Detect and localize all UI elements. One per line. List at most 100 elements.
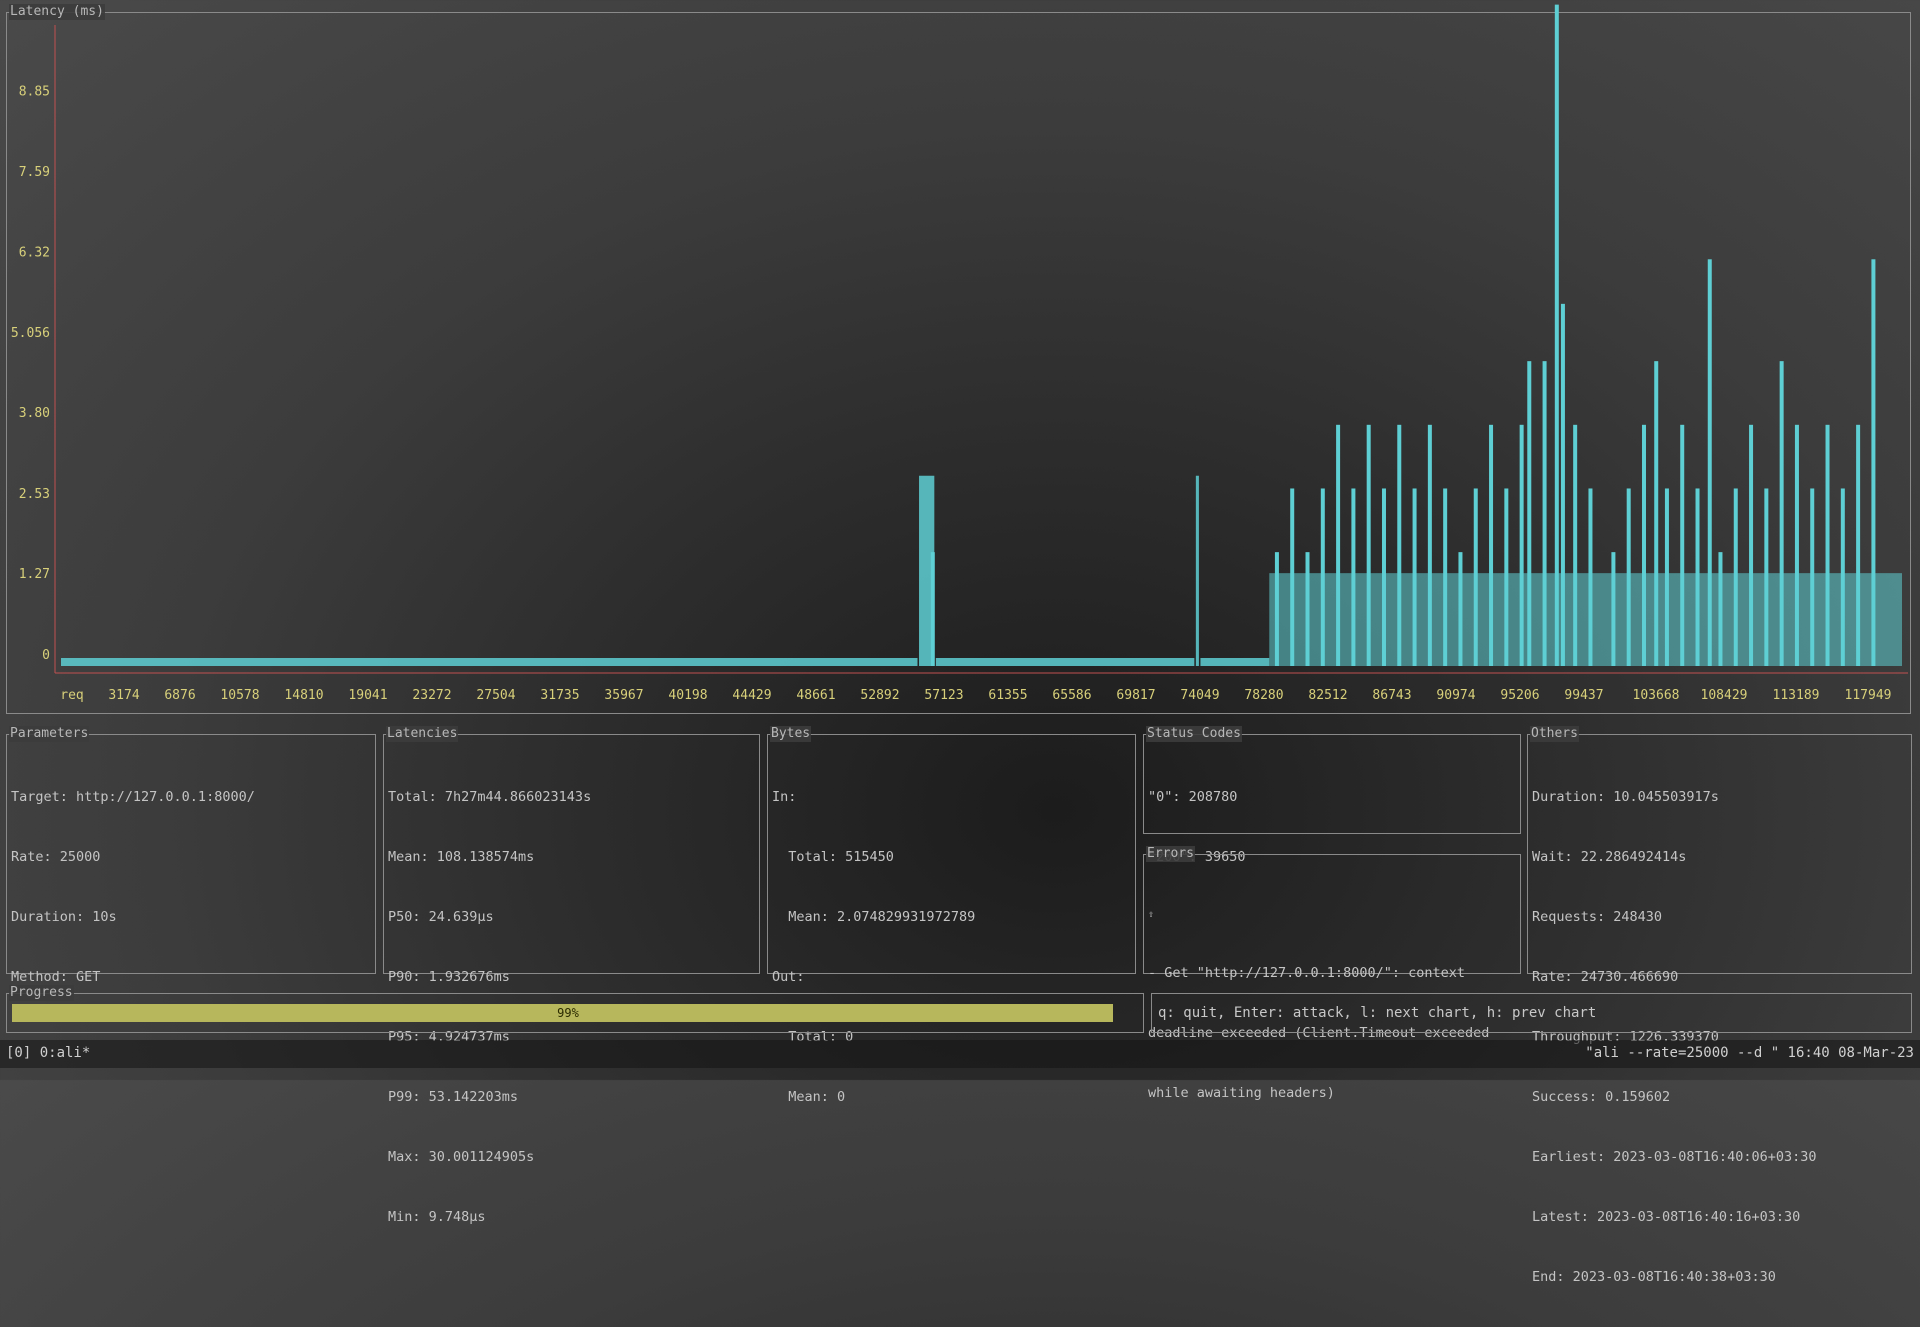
bytes-line: Mean: 0 [772, 1089, 846, 1105]
latency-spike [1794, 424, 1799, 666]
latency-spike [1611, 552, 1616, 666]
help-panel: q: quit, Enter: attack, l: next chart, h… [1151, 993, 1912, 1033]
error-line: while awaiting headers) [1148, 1085, 1335, 1101]
latency-spike [1856, 424, 1861, 666]
latency-spike [1427, 424, 1432, 666]
parameters-title: Parameters [9, 726, 90, 742]
others-line: Latest: 2023-03-08T16:40:16+03:30 [1532, 1209, 1801, 1225]
bytes-line: Total: 515450 [772, 849, 894, 865]
x-tick-label: 6876 [164, 688, 195, 703]
x-tick-label: 74049 [1180, 688, 1219, 703]
latency-baseline-segment [1200, 658, 1270, 666]
latency-spike [1397, 424, 1402, 666]
x-tick-label: 19041 [348, 688, 387, 703]
bytes-line: Out: [772, 969, 805, 985]
x-tick-label: 27504 [476, 688, 515, 703]
x-tick-label: 103668 [1633, 688, 1680, 703]
latency-spike [1840, 488, 1845, 666]
latency-baseline-segment [61, 658, 918, 666]
progress-bar: 99% [12, 1004, 1132, 1022]
latency-spike [930, 552, 935, 666]
latency-spike [1473, 488, 1478, 666]
x-tick-label: 78280 [1244, 688, 1283, 703]
others-line: Duration: 10.045503917s [1532, 789, 1719, 805]
latency-spike [1320, 488, 1325, 666]
progress-percent: 99% [557, 1006, 579, 1020]
latency-spike [1519, 424, 1524, 666]
y-tick-label: 3.80 [19, 406, 50, 421]
x-tick-label: 61355 [988, 688, 1027, 703]
x-tick-label: 3174 [108, 688, 139, 703]
latencies-line: Max: 30.001124905s [388, 1149, 535, 1165]
y-tick-label: 8.85 [19, 85, 50, 100]
latency-spike [1810, 488, 1815, 666]
latency-spike [1381, 488, 1386, 666]
others-line: Wait: 22.286492414s [1532, 849, 1687, 865]
latency-column [1195, 475, 1199, 666]
latency-spike [1764, 488, 1769, 666]
latency-spike [1695, 488, 1700, 666]
scroll-up-icon[interactable]: ⇧ [1148, 907, 1516, 923]
status-code-line: "0": 208780 [1148, 789, 1238, 805]
latency-spike [1680, 424, 1685, 666]
x-tick-label: 82512 [1308, 688, 1347, 703]
errors-title: Errors [1146, 846, 1195, 862]
latency-spike [1458, 552, 1463, 666]
window-list[interactable]: [0] 0:ali* [6, 1045, 90, 1061]
latency-spike [1542, 361, 1547, 666]
latency-spike [1664, 488, 1669, 666]
parameters-line: Target: http://127.0.0.1:8000/ [11, 789, 255, 805]
x-tick-label: 57123 [924, 688, 963, 703]
latency-spike [1351, 488, 1356, 666]
y-tick-label: 7.59 [19, 165, 50, 180]
latency-spike [1733, 488, 1738, 666]
parameters-line: Duration: 10s [11, 909, 117, 925]
latency-spike [1336, 424, 1341, 666]
tmux-status-bar: [0] 0:ali* "ali --rate=25000 --d " 16:40… [0, 1040, 1920, 1068]
y-tick-label: 5.056 [11, 326, 50, 341]
latencies-line: P50: 24.639µs [388, 909, 494, 925]
parameters-panel: Parameters Target: http://127.0.0.1:8000… [6, 726, 376, 985]
latency-spike [1749, 424, 1754, 666]
x-tick-label: 113189 [1773, 688, 1820, 703]
latency-spike [1443, 488, 1448, 666]
latency-spike [1554, 4, 1559, 666]
x-tick-label: 65586 [1052, 688, 1091, 703]
x-tick-label: 23272 [412, 688, 451, 703]
latency-spike [1290, 488, 1295, 666]
latency-spike [1641, 424, 1646, 666]
progress-title: Progress [9, 985, 74, 1001]
x-tick-label: 52892 [860, 688, 899, 703]
parameters-line: Method: GET [11, 969, 101, 985]
x-tick-label: 117949 [1845, 688, 1892, 703]
latency-spike [1366, 424, 1371, 666]
latency-spike [1489, 424, 1494, 666]
help-text: q: quit, Enter: attack, l: next chart, h… [1158, 1005, 1597, 1021]
x-tick-label: 31735 [540, 688, 579, 703]
y-tick-label: 1.27 [19, 567, 50, 582]
x-tick-label: 108429 [1701, 688, 1748, 703]
latencies-line: Total: 7h27m44.866023143s [388, 789, 592, 805]
progress-panel: Progress 99% [6, 985, 1144, 1033]
x-tick-label: 10578 [220, 688, 259, 703]
latency-spike [1825, 424, 1830, 666]
bytes-panel: Bytes In: Total: 515450 Mean: 2.07482993… [767, 726, 1136, 1105]
others-line: Requests: 248430 [1532, 909, 1663, 925]
latency-dense-area [1269, 573, 1902, 666]
latency-spike [1305, 552, 1310, 666]
others-line: Rate: 24730.466690 [1532, 969, 1679, 985]
errors-panel: Errors ⇧ - Get "http://127.0.0.1:8000/":… [1143, 846, 1521, 1101]
x-tick-label: 35967 [604, 688, 643, 703]
latencies-line: P99: 53.142203ms [388, 1089, 519, 1105]
x-tick-label: 90974 [1436, 688, 1475, 703]
others-line: End: 2023-03-08T16:40:38+03:30 [1532, 1269, 1776, 1285]
latency-spike [1274, 552, 1279, 666]
x-tick-label: 40198 [668, 688, 707, 703]
bytes-line: In: [772, 789, 797, 805]
latency-spike [1504, 488, 1509, 666]
x-tick-label: 99437 [1564, 688, 1603, 703]
latency-spike [1527, 361, 1532, 666]
status-codes-panel: Status Codes "0": 208780 "200": 39650 [1143, 726, 1521, 865]
x-tick-label: 95206 [1500, 688, 1539, 703]
x-tick-label: 14810 [284, 688, 323, 703]
